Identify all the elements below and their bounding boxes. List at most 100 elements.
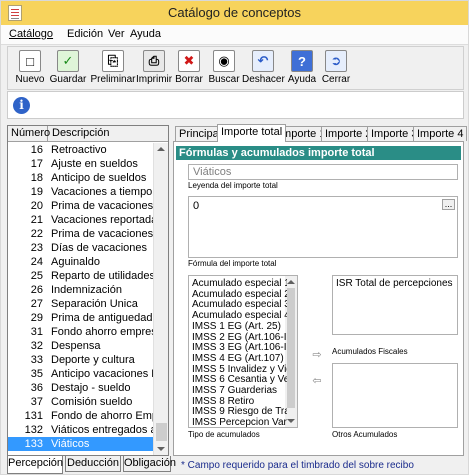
row-description: Anticipo de sueldos	[51, 172, 147, 184]
table-row[interactable]: 36 Destajo - sueldo	[8, 381, 153, 395]
save-button[interactable]: ✓ Guardar	[48, 49, 88, 89]
toolbar: □ Nuevo ✓ Guardar ⎘ Preliminar ⎙ Imprimi…	[7, 46, 464, 90]
row-number: 33	[30, 354, 43, 366]
menu-ver[interactable]: Ver	[108, 28, 125, 40]
row-number: 36	[30, 382, 43, 394]
table-row[interactable]: 17 Ajuste en sueldos	[8, 157, 153, 171]
row-number: 31	[30, 326, 43, 338]
table-row[interactable]: 24 Aguinaldo	[8, 255, 153, 269]
table-row[interactable]: 16 Retroactivo	[8, 143, 153, 157]
list-item[interactable]: IMSS 9 Riesgo de Traba	[192, 406, 287, 417]
menu-ayuda[interactable]: Ayuda	[130, 28, 161, 40]
table-row[interactable]: 32 Despensa	[8, 339, 153, 353]
column-header-number[interactable]: Número	[8, 126, 50, 141]
menu-catalogo[interactable]: Catálogo	[9, 28, 53, 40]
list-item[interactable]: Acumulado especial 2	[192, 289, 287, 300]
undo-button[interactable]: ↶ Deshacer	[242, 49, 285, 89]
scroll-down-icon[interactable]	[157, 447, 165, 451]
table-row[interactable]: 27 Separación Unica	[8, 297, 153, 311]
tab-obligacion[interactable]: Obligación	[123, 456, 176, 472]
table-row[interactable]: 131 Fondo de ahorro Empresa	[8, 409, 153, 423]
list-item[interactable]: IMSS Percepcion Variat	[192, 417, 287, 427]
list-item[interactable]: IMSS 3 EG (Art.106-II)	[192, 342, 287, 353]
scroll-thumb[interactable]	[156, 423, 167, 441]
row-number: 32	[30, 340, 43, 352]
table-row[interactable]: 19 Vacaciones a tiempo	[8, 185, 153, 199]
accumulated-types-list[interactable]: Acumulado especial 1 Acumulado especial 2…	[188, 275, 298, 428]
list-item[interactable]: IMSS 2 EG (Art.106-I;10	[192, 332, 287, 343]
fiscal-accumulated-label: Acumulados Fiscales	[332, 347, 408, 356]
menu-bar: Catálogo Edición Ver Ayuda	[1, 25, 468, 45]
fiscal-accumulated-list[interactable]: ISR Total de percepciones	[332, 275, 458, 335]
table-row[interactable]: 20 Prima de vacaciones a tie	[8, 199, 153, 213]
list-item[interactable]: Acumulado especial 3	[192, 299, 287, 310]
table-row[interactable]: 23 Días de vacaciones	[8, 241, 153, 255]
table-row[interactable]: 29 Prima de antiguedad	[8, 311, 153, 325]
tab-percepcion[interactable]: Percepción	[7, 456, 63, 474]
table-row[interactable]: 22 Prima de vacaciones repo	[8, 227, 153, 241]
help-button[interactable]: ? Ayuda	[286, 49, 318, 89]
list-item[interactable]: IMSS 7 Guarderias	[192, 385, 287, 396]
binoculars-icon: ◉	[213, 50, 235, 72]
close-button[interactable]: ➲ Cerrar	[320, 49, 352, 89]
row-description: Anticipo vacaciones Perc	[51, 368, 153, 380]
menu-edicion[interactable]: Edición	[67, 28, 103, 40]
row-number: 16	[30, 144, 43, 156]
row-description: Despensa	[51, 340, 101, 352]
delete-button[interactable]: ✖ Borrar	[174, 49, 204, 89]
table-row[interactable]: 21 Vacaciones reportadas $	[8, 213, 153, 227]
list-item[interactable]: ISR Total de percepciones	[336, 278, 454, 290]
tab-importe-4[interactable]: Importe 4	[413, 126, 468, 141]
other-accumulated-list[interactable]	[332, 363, 458, 428]
row-number: 27	[30, 298, 43, 310]
table-row[interactable]: 133 Viáticos	[8, 437, 153, 451]
scroll-up-icon[interactable]	[157, 147, 165, 151]
print-button[interactable]: ⎙ Imprimir	[136, 49, 172, 89]
save-button-label: Guardar	[49, 74, 87, 85]
list-item[interactable]: IMSS 6 Cesantia y Vejez	[192, 374, 287, 385]
table-row[interactable]: 25 Reparto de utilidades	[8, 269, 153, 283]
undo-icon: ↶	[252, 50, 274, 72]
tab-importe-total[interactable]: Importe total	[217, 124, 287, 142]
preview-button[interactable]: ⎘ Preliminar	[90, 49, 136, 89]
new-button[interactable]: □ Nuevo	[14, 49, 46, 89]
row-description: Vacaciones a tiempo	[51, 186, 153, 198]
row-number: 24	[30, 256, 43, 268]
table-row[interactable]: 37 Comisión sueldo	[8, 395, 153, 409]
table-row[interactable]: 26 Indemnización	[8, 283, 153, 297]
list-item[interactable]: IMSS 1 EG (Art. 25)	[192, 321, 287, 332]
concept-list: Número Descripción 16 Retroactivo 17 Ajuste…	[7, 125, 169, 456]
scroll-up-icon[interactable]	[287, 280, 295, 284]
row-number: 20	[30, 200, 43, 212]
delete-button-label: Borrar	[175, 74, 203, 85]
table-row[interactable]: 33 Deporte y cultura	[8, 353, 153, 367]
title-bar[interactable]: Catálogo de conceptos	[1, 1, 468, 25]
search-button[interactable]: ◉ Buscar	[208, 49, 240, 89]
formula-value: 0	[193, 200, 200, 212]
column-header-description[interactable]: Descripción	[49, 126, 153, 141]
list-item[interactable]: Acumulado especial 4	[192, 310, 287, 321]
legend-input[interactable]: Viáticos	[188, 164, 458, 180]
row-description: Viáticos entregados al tra	[51, 424, 153, 436]
table-row[interactable]: 132 Viáticos entregados al tra	[8, 423, 153, 437]
row-number: 26	[30, 284, 43, 296]
remove-arrow-icon[interactable]: ⇦	[311, 376, 323, 387]
row-number: 35	[30, 368, 43, 380]
table-row[interactable]: 35 Anticipo vacaciones Perc	[8, 367, 153, 381]
formula-input[interactable]: 0 ...	[188, 196, 458, 258]
scroll-down-icon[interactable]	[287, 419, 295, 423]
add-arrow-icon[interactable]: ⇨	[311, 350, 323, 361]
row-number: 21	[30, 214, 43, 226]
tab-deduccion[interactable]: Deducción	[65, 456, 121, 472]
list-item[interactable]: IMSS 5 Invalidez y Vida	[192, 364, 287, 375]
detail-tabs: Principal Importe total Importe 1 Import…	[173, 124, 468, 142]
table-row[interactable]: 31 Fondo ahorro empresa	[8, 325, 153, 339]
list-item[interactable]: Acumulado especial 1	[192, 278, 287, 289]
list-scrollbar[interactable]	[153, 143, 168, 455]
row-description: Destajo - sueldo	[51, 382, 131, 394]
formula-editor-button[interactable]: ...	[442, 199, 455, 210]
list-item[interactable]: IMSS 4 EG (Art.107)	[192, 353, 287, 364]
table-row[interactable]: 18 Anticipo de sueldos	[8, 171, 153, 185]
scroll-thumb[interactable]	[287, 288, 295, 408]
list-item[interactable]: IMSS 8 Retiro	[192, 396, 287, 407]
